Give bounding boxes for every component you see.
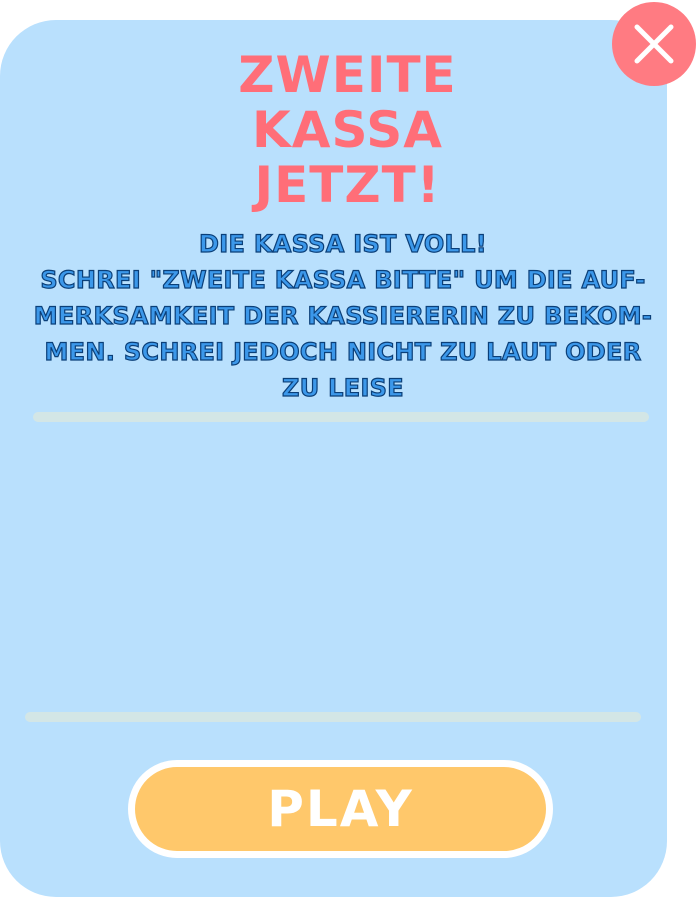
upper-threshold-bar [33,412,649,422]
instructions-text: DIE KASSA IST VOLL! SCHREI "ZWEITE KASSA… [18,226,668,406]
play-button[interactable]: PLAY [128,760,553,858]
instruction-line: SCHREI "ZWEITE KASSA BITTE" UM DIE AUF- [40,265,646,294]
instruction-line: MERKSAMKEIT DER KASSIERERIN ZU BEKOM- [33,301,653,330]
game-screen: ZWEITE KASSA JETZT! DIE KASSA IST VOLL! … [0,0,697,898]
title-line: JETZT! [254,156,441,214]
volume-zone [33,425,649,709]
lower-threshold-bar [25,712,641,722]
title-line: ZWEITE [238,46,457,104]
play-button-label: PLAY [267,780,414,838]
instruction-line: DIE KASSA IST VOLL! [198,229,487,258]
instruction-line: MEN. SCHREI JEDOCH NICHT ZU LAUT ODER [44,337,642,366]
game-title: ZWEITE KASSA JETZT! [0,48,695,213]
instruction-line: ZU LEISE [281,373,404,402]
title-line: KASSA [252,101,443,159]
